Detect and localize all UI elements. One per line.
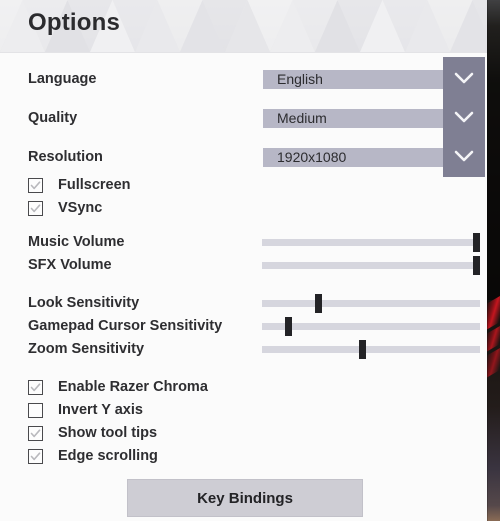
gameplay-checkbox-label-edge-scrolling: Edge scrolling bbox=[58, 448, 158, 464]
backdrop-dark-band-top bbox=[486, 0, 500, 300]
slider-handle-sfx-volume[interactable] bbox=[473, 256, 480, 275]
slider-handle-look-sensitivity[interactable] bbox=[315, 294, 322, 313]
dropdown-row-language: Language English bbox=[0, 57, 487, 99]
slider-track-music-volume[interactable] bbox=[262, 239, 480, 246]
slider-handle-music-volume[interactable] bbox=[473, 233, 480, 252]
slider-row-sfx-volume: SFX Volume bbox=[0, 252, 487, 275]
dropdown-label-language: Language bbox=[28, 71, 97, 87]
dropdown-toggle-language[interactable] bbox=[443, 57, 485, 99]
checkbox-edge-scrolling[interactable] bbox=[28, 449, 43, 464]
panel-titlebar: Options bbox=[0, 0, 487, 53]
checkmark-icon bbox=[29, 179, 42, 192]
chevron-down-icon bbox=[454, 111, 474, 124]
dropdown-toggle-quality[interactable] bbox=[443, 96, 485, 138]
chevron-down-icon bbox=[454, 72, 474, 85]
slider-label-sfx-volume: SFX Volume bbox=[28, 257, 112, 273]
checkbox-row-vsync[interactable]: VSync bbox=[0, 197, 487, 220]
dropdown-toggle-resolution[interactable] bbox=[443, 135, 485, 177]
checkbox-vsync[interactable] bbox=[28, 201, 43, 216]
dropdown-row-resolution: Resolution 1920x1080 bbox=[0, 135, 487, 177]
checkbox-row-enable-razer-chroma[interactable]: Enable Razer Chroma bbox=[0, 376, 487, 399]
dropdown-value-resolution[interactable]: 1920x1080 bbox=[263, 148, 443, 167]
backdrop-red-streak bbox=[486, 295, 500, 331]
dropdown-value-quality[interactable]: Medium bbox=[263, 109, 443, 128]
slider-row-gamepad-cursor-sensitivity: Gamepad Cursor Sensitivity bbox=[0, 313, 487, 336]
checkbox-fullscreen[interactable] bbox=[28, 178, 43, 193]
dropdown-label-quality: Quality bbox=[28, 110, 78, 126]
backdrop-red-streak bbox=[486, 347, 500, 379]
slider-label-zoom-sensitivity: Zoom Sensitivity bbox=[28, 341, 145, 357]
dropdown-value-language[interactable]: English bbox=[263, 70, 443, 89]
checkmark-icon bbox=[29, 427, 42, 440]
slider-track-look-sensitivity[interactable] bbox=[262, 300, 480, 307]
slider-track-gamepad-cursor-sensitivity[interactable] bbox=[262, 323, 480, 330]
checkbox-row-edge-scrolling[interactable]: Edge scrolling bbox=[0, 445, 487, 468]
slider-row-zoom-sensitivity: Zoom Sensitivity bbox=[0, 336, 487, 359]
dropdown-label-resolution: Resolution bbox=[28, 149, 103, 165]
checkmark-icon bbox=[29, 381, 42, 394]
slider-row-music-volume: Music Volume bbox=[0, 229, 487, 252]
checkbox-row-show-tool-tips[interactable]: Show tool tips bbox=[0, 422, 487, 445]
dropdown-row-quality: Quality Medium bbox=[0, 96, 487, 138]
display-checkbox-label-fullscreen: Fullscreen bbox=[58, 177, 131, 193]
checkbox-row-fullscreen[interactable]: Fullscreen bbox=[0, 174, 487, 197]
chevron-down-icon bbox=[454, 150, 474, 163]
checkbox-invert-y-axis[interactable] bbox=[28, 403, 43, 418]
checkbox-show-tool-tips[interactable] bbox=[28, 426, 43, 441]
key-bindings-button[interactable]: Key Bindings bbox=[127, 479, 363, 517]
checkbox-enable-razer-chroma[interactable] bbox=[28, 380, 43, 395]
display-checkbox-label-vsync: VSync bbox=[58, 200, 103, 216]
slider-row-look-sensitivity: Look Sensitivity bbox=[0, 290, 487, 313]
page-title: Options bbox=[28, 9, 121, 36]
gameplay-checkbox-label-show-tool-tips: Show tool tips bbox=[58, 425, 158, 441]
slider-track-sfx-volume[interactable] bbox=[262, 262, 480, 269]
slider-handle-zoom-sensitivity[interactable] bbox=[359, 340, 366, 359]
gameplay-checkbox-label-enable-razer-chroma: Enable Razer Chroma bbox=[58, 379, 208, 395]
checkmark-icon bbox=[29, 202, 42, 215]
checkbox-row-invert-y-axis[interactable]: Invert Y axis bbox=[0, 399, 487, 422]
gameplay-checkbox-label-invert-y-axis: Invert Y axis bbox=[58, 402, 143, 418]
slider-handle-gamepad-cursor-sensitivity[interactable] bbox=[285, 317, 292, 336]
options-panel: Options Language English Quality Medium Reso… bbox=[0, 0, 487, 521]
checkmark-icon bbox=[29, 450, 42, 463]
slider-track-zoom-sensitivity[interactable] bbox=[262, 346, 480, 353]
key-bindings-label: Key Bindings bbox=[197, 489, 293, 507]
